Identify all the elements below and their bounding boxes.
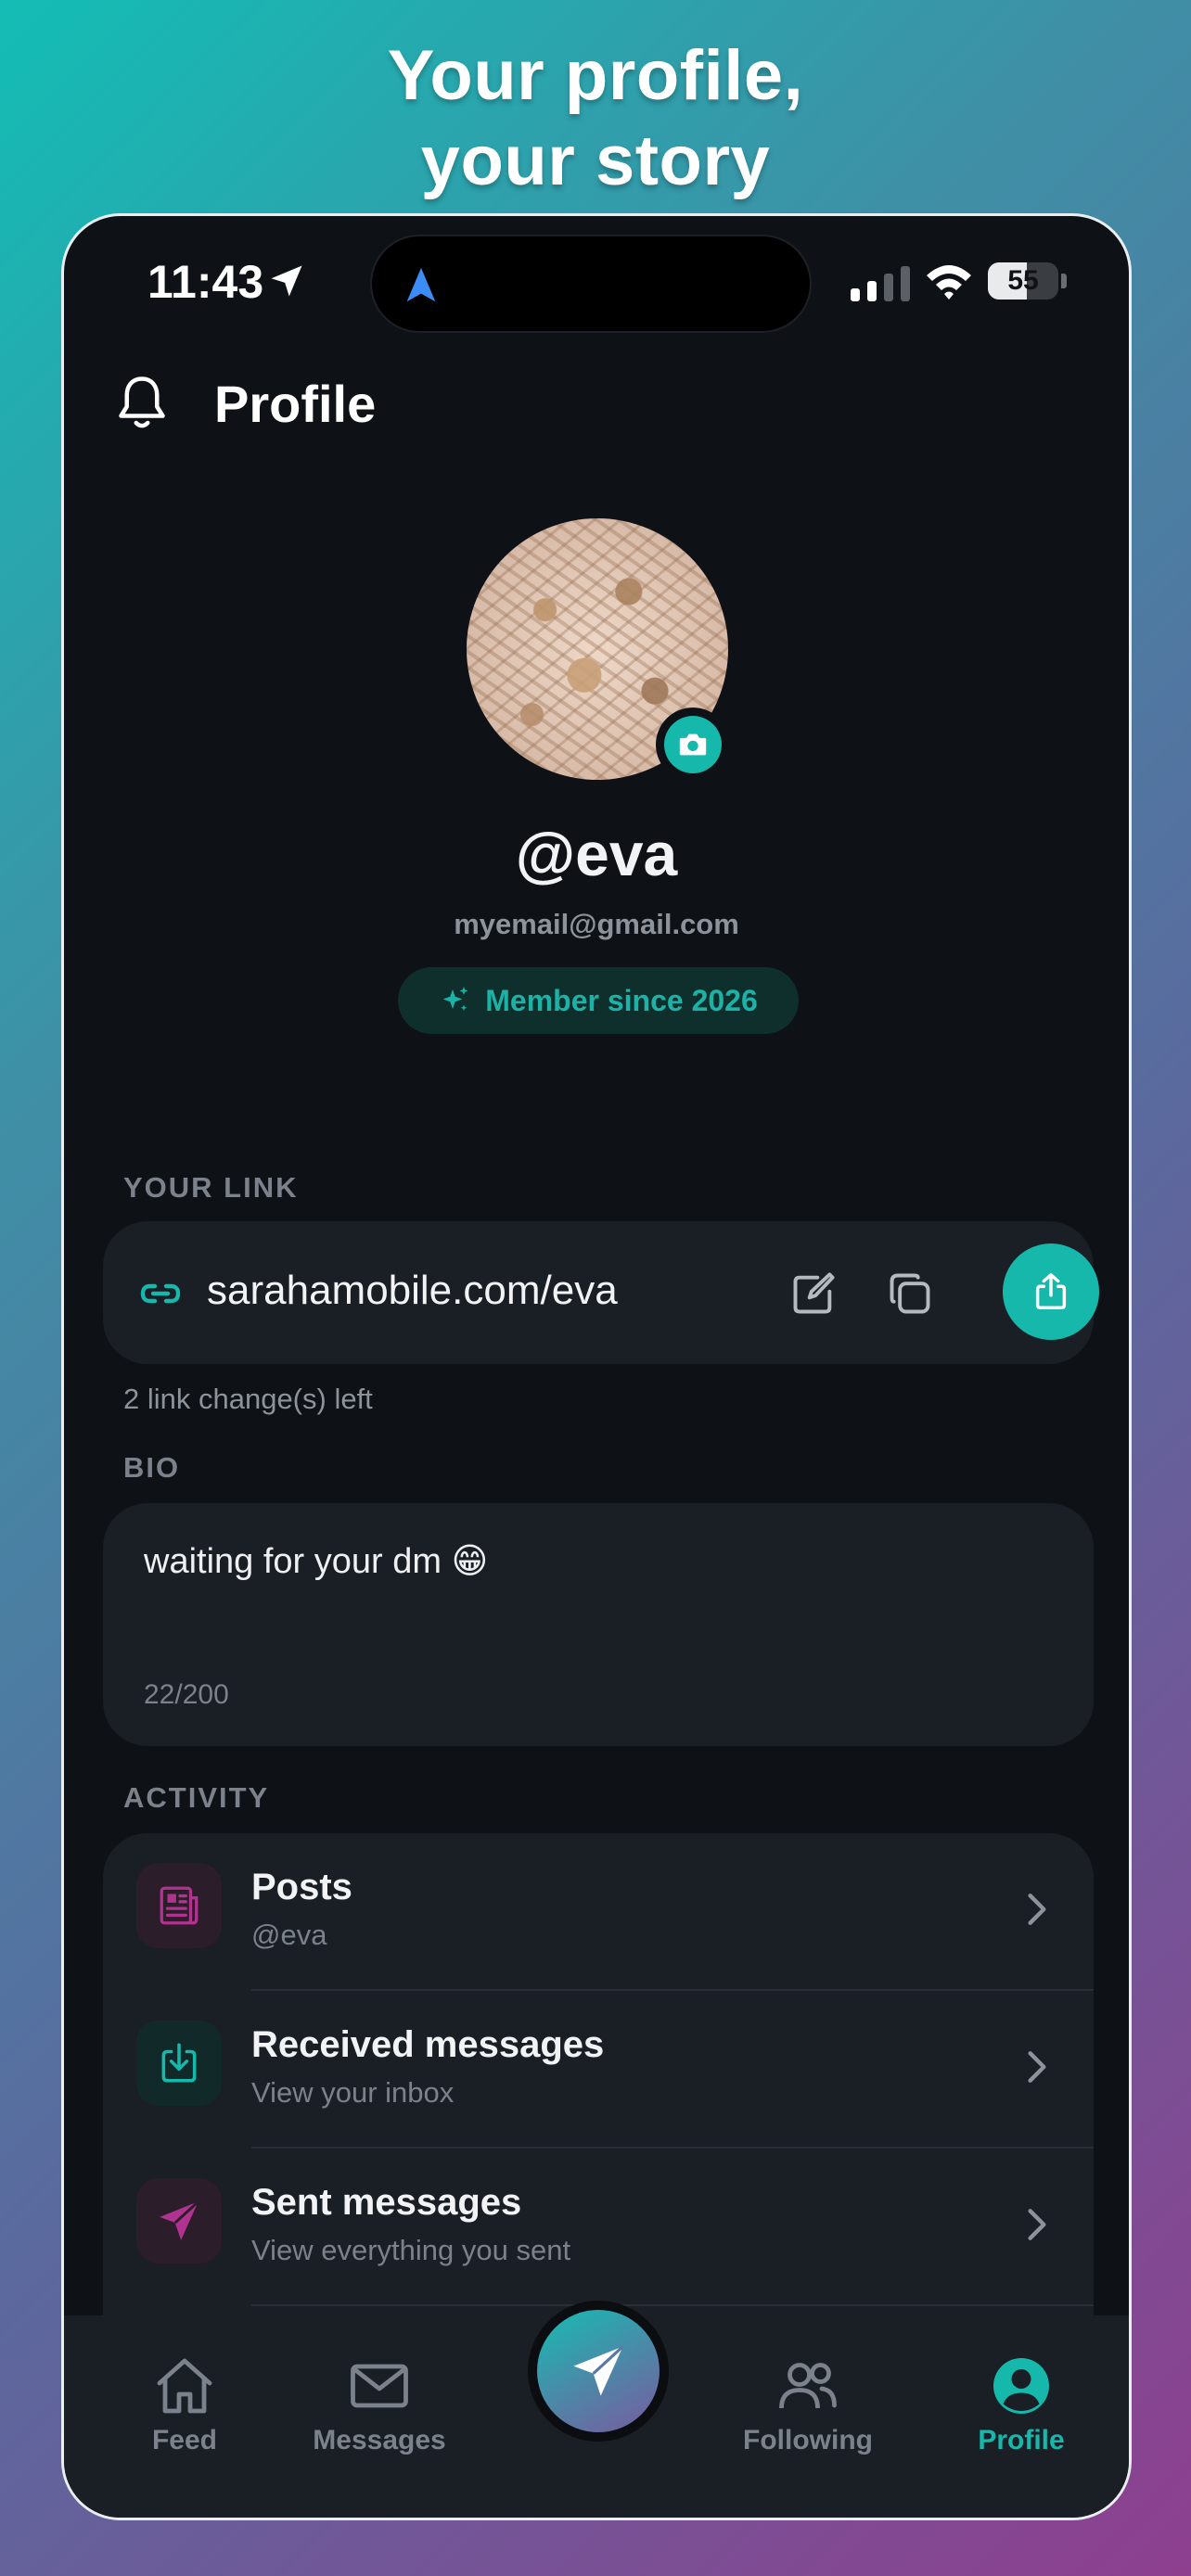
share-icon bbox=[1035, 1273, 1067, 1309]
bell-icon[interactable] bbox=[114, 374, 170, 435]
headline-line-2: your story bbox=[420, 121, 771, 200]
change-photo-button[interactable] bbox=[656, 708, 730, 782]
copy-icon[interactable] bbox=[886, 1269, 934, 1318]
battery-indicator: 55 bbox=[988, 262, 1058, 300]
phone-frame: 11:43 55 Profile @eva myemail@gmail.com … bbox=[61, 213, 1132, 2520]
battery-tip bbox=[1061, 274, 1067, 288]
username: @eva bbox=[515, 820, 678, 888]
headline-line-1: Your profile, bbox=[387, 36, 804, 115]
activity-row-subtitle: View everything you sent bbox=[251, 2234, 571, 2266]
camera-icon bbox=[679, 733, 707, 756]
paper-plane-icon bbox=[573, 2345, 624, 2396]
marketing-headline: Your profile, your story bbox=[0, 33, 1191, 204]
link-card: sarahamobile.com/eva bbox=[103, 1221, 1099, 1364]
sent-icon-tile bbox=[136, 2178, 222, 2264]
tab-label: Following bbox=[743, 2425, 873, 2455]
member-badge: Member since 2026 bbox=[398, 967, 799, 1034]
location-arrow-icon bbox=[271, 265, 302, 297]
activity-row-posts[interactable]: Posts @eva bbox=[103, 1833, 1094, 1991]
battery-percent: 55 bbox=[1007, 265, 1039, 296]
status-time: 11:43 bbox=[147, 256, 264, 308]
profile-url[interactable]: sarahamobile.com/eva bbox=[207, 1268, 618, 1314]
tab-label: Profile bbox=[978, 2425, 1065, 2455]
user-circle-icon bbox=[993, 2358, 1049, 2414]
edit-icon[interactable] bbox=[789, 1269, 838, 1318]
activity-row-title: Sent messages bbox=[251, 2182, 522, 2223]
paper-plane-icon bbox=[160, 2200, 199, 2240]
bottom-tab-bar: Feed Messages Following Profile bbox=[64, 2301, 1129, 2518]
navigation-arrow-icon bbox=[406, 267, 436, 302]
link-icon bbox=[140, 1283, 181, 1304]
section-label-link: YOUR LINK bbox=[123, 1171, 299, 1204]
tab-following[interactable]: Following bbox=[724, 2353, 891, 2473]
dynamic-island bbox=[370, 235, 812, 333]
activity-row-received[interactable]: Received messages View your inbox bbox=[103, 1991, 1094, 2149]
share-button[interactable] bbox=[1003, 1243, 1099, 1340]
chevron-right-icon bbox=[1028, 1894, 1046, 1925]
chevron-right-icon bbox=[1028, 2051, 1046, 2083]
activity-row-title: Posts bbox=[251, 1867, 352, 1907]
activity-row-subtitle: View your inbox bbox=[251, 2076, 455, 2109]
section-label-bio: BIO bbox=[123, 1451, 181, 1484]
wifi-icon bbox=[927, 265, 971, 300]
row-divider bbox=[251, 2304, 1094, 2306]
newspaper-icon bbox=[160, 1886, 198, 1925]
activity-row-sent[interactable]: Sent messages View everything you sent bbox=[103, 2149, 1094, 2306]
envelope-icon bbox=[351, 2364, 408, 2408]
tab-messages[interactable]: Messages bbox=[296, 2353, 463, 2473]
sparkles-icon bbox=[442, 987, 468, 1012]
section-label-activity: ACTIVITY bbox=[123, 1781, 270, 1814]
activity-list: Posts @eva Received messages View your i… bbox=[103, 1833, 1094, 2353]
compose-button[interactable] bbox=[528, 2301, 669, 2442]
activity-row-subtitle: @eva bbox=[251, 1919, 327, 1951]
bio-text[interactable]: waiting for your dm 😁 bbox=[144, 1540, 488, 1582]
tab-profile[interactable]: Profile bbox=[938, 2353, 1105, 2473]
activity-row-title: Received messages bbox=[251, 2024, 605, 2065]
inbox-download-icon bbox=[161, 2043, 197, 2083]
link-changes-left: 2 link change(s) left bbox=[123, 1383, 373, 1415]
home-icon bbox=[157, 2358, 212, 2414]
email: myemail@gmail.com bbox=[454, 908, 739, 940]
received-icon-tile bbox=[136, 2021, 222, 2106]
chevron-right-icon bbox=[1028, 2209, 1046, 2240]
people-icon bbox=[779, 2363, 837, 2409]
bio-char-counter: 22/200 bbox=[144, 1679, 229, 1710]
cellular-signal-icon bbox=[851, 266, 910, 301]
tab-label: Feed bbox=[151, 2425, 218, 2455]
tab-label: Messages bbox=[313, 2425, 446, 2455]
member-badge-label: Member since 2026 bbox=[485, 983, 758, 1017]
page-title: Profile bbox=[214, 375, 377, 433]
posts-icon-tile bbox=[136, 1863, 222, 1948]
tab-feed[interactable]: Feed bbox=[101, 2353, 268, 2473]
bio-field[interactable]: waiting for your dm 😁 22/200 bbox=[103, 1503, 1094, 1746]
